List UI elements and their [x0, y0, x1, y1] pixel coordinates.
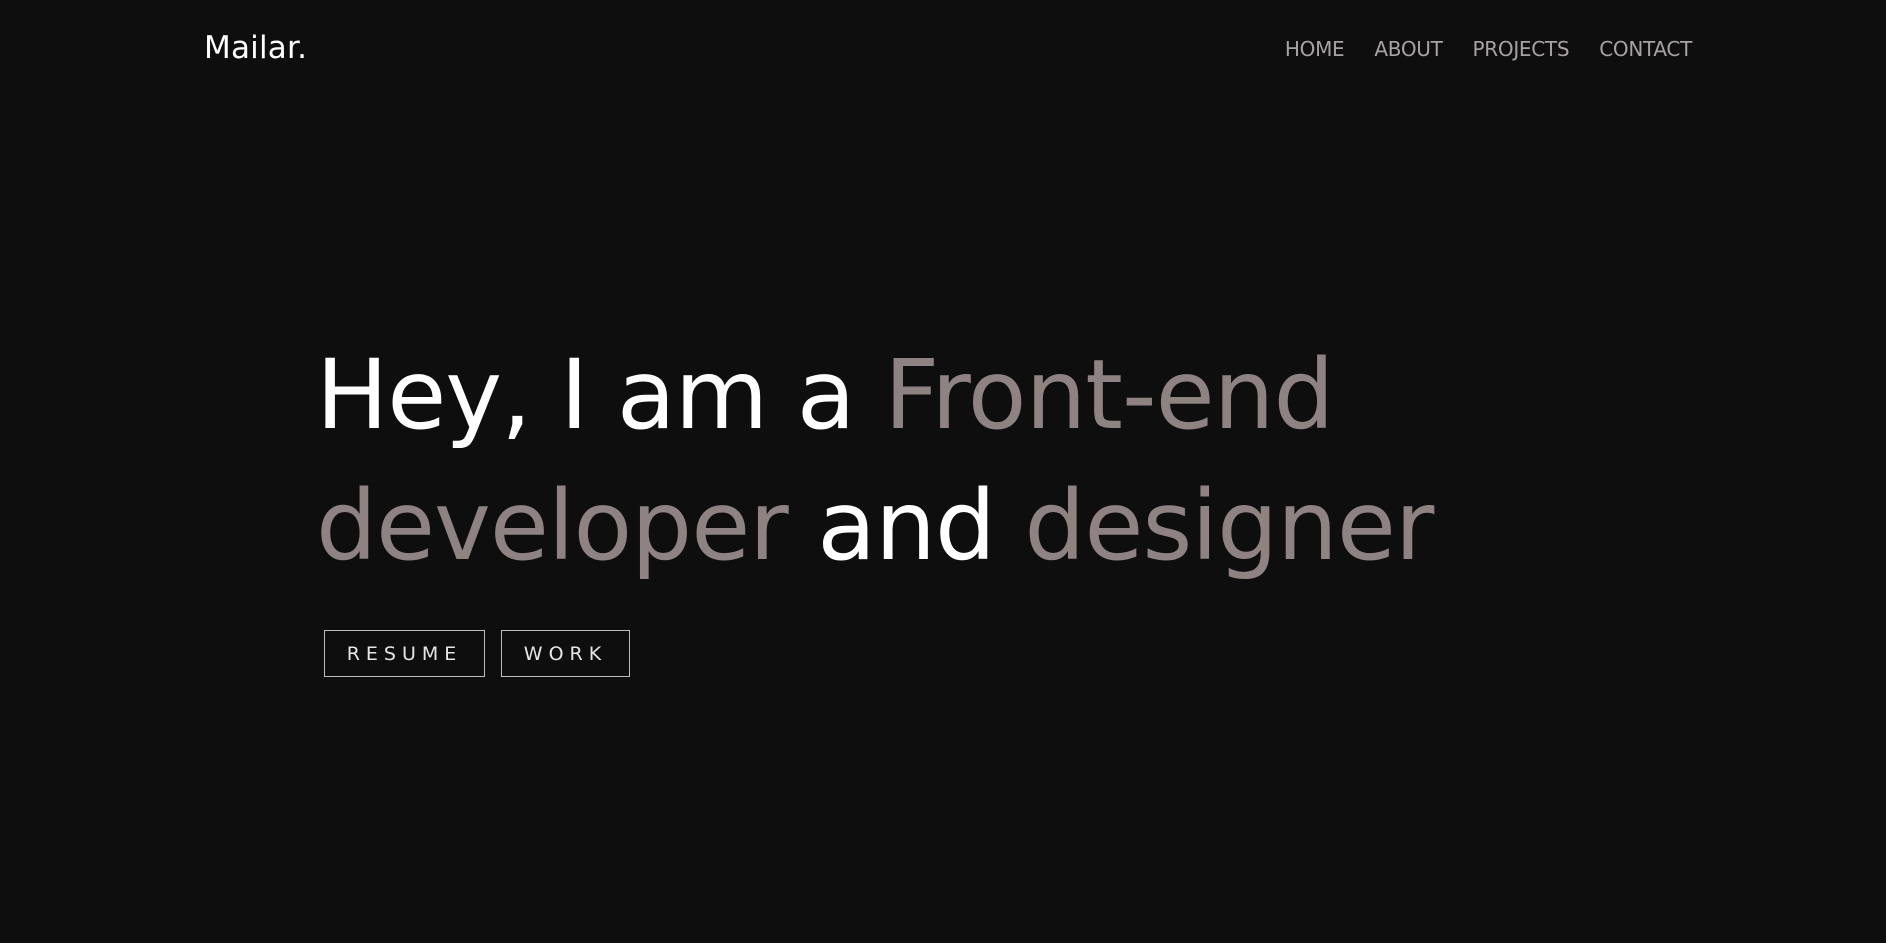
nav-link-contact[interactable]: CONTACT: [1599, 36, 1692, 62]
headline-role-developer: developer: [316, 470, 789, 582]
nav-link-projects[interactable]: PROJECTS: [1473, 36, 1570, 62]
hero-headline: Hey, I am a Front-end developer and desig…: [316, 330, 1616, 592]
hero-buttons: RESUME WORK: [324, 630, 630, 677]
headline-role-frontend: Front-end: [884, 339, 1334, 451]
hero-section: Hey, I am a Front-end developer and desig…: [316, 330, 1616, 592]
main-nav: HOME ABOUT PROJECTS CONTACT: [1285, 36, 1692, 62]
nav-link-about[interactable]: ABOUT: [1374, 36, 1442, 62]
resume-button[interactable]: RESUME: [324, 630, 485, 677]
headline-conjunction: and: [787, 470, 1025, 582]
headline-intro: Hey, I am a: [316, 339, 885, 451]
logo-link[interactable]: Mailar.: [204, 28, 307, 68]
nav-link-home[interactable]: HOME: [1285, 36, 1345, 62]
site-header: Mailar. HOME ABOUT PROJECTS CONTACT: [0, 0, 1886, 100]
work-button[interactable]: WORK: [501, 630, 630, 677]
headline-role-designer: designer: [1024, 470, 1434, 582]
